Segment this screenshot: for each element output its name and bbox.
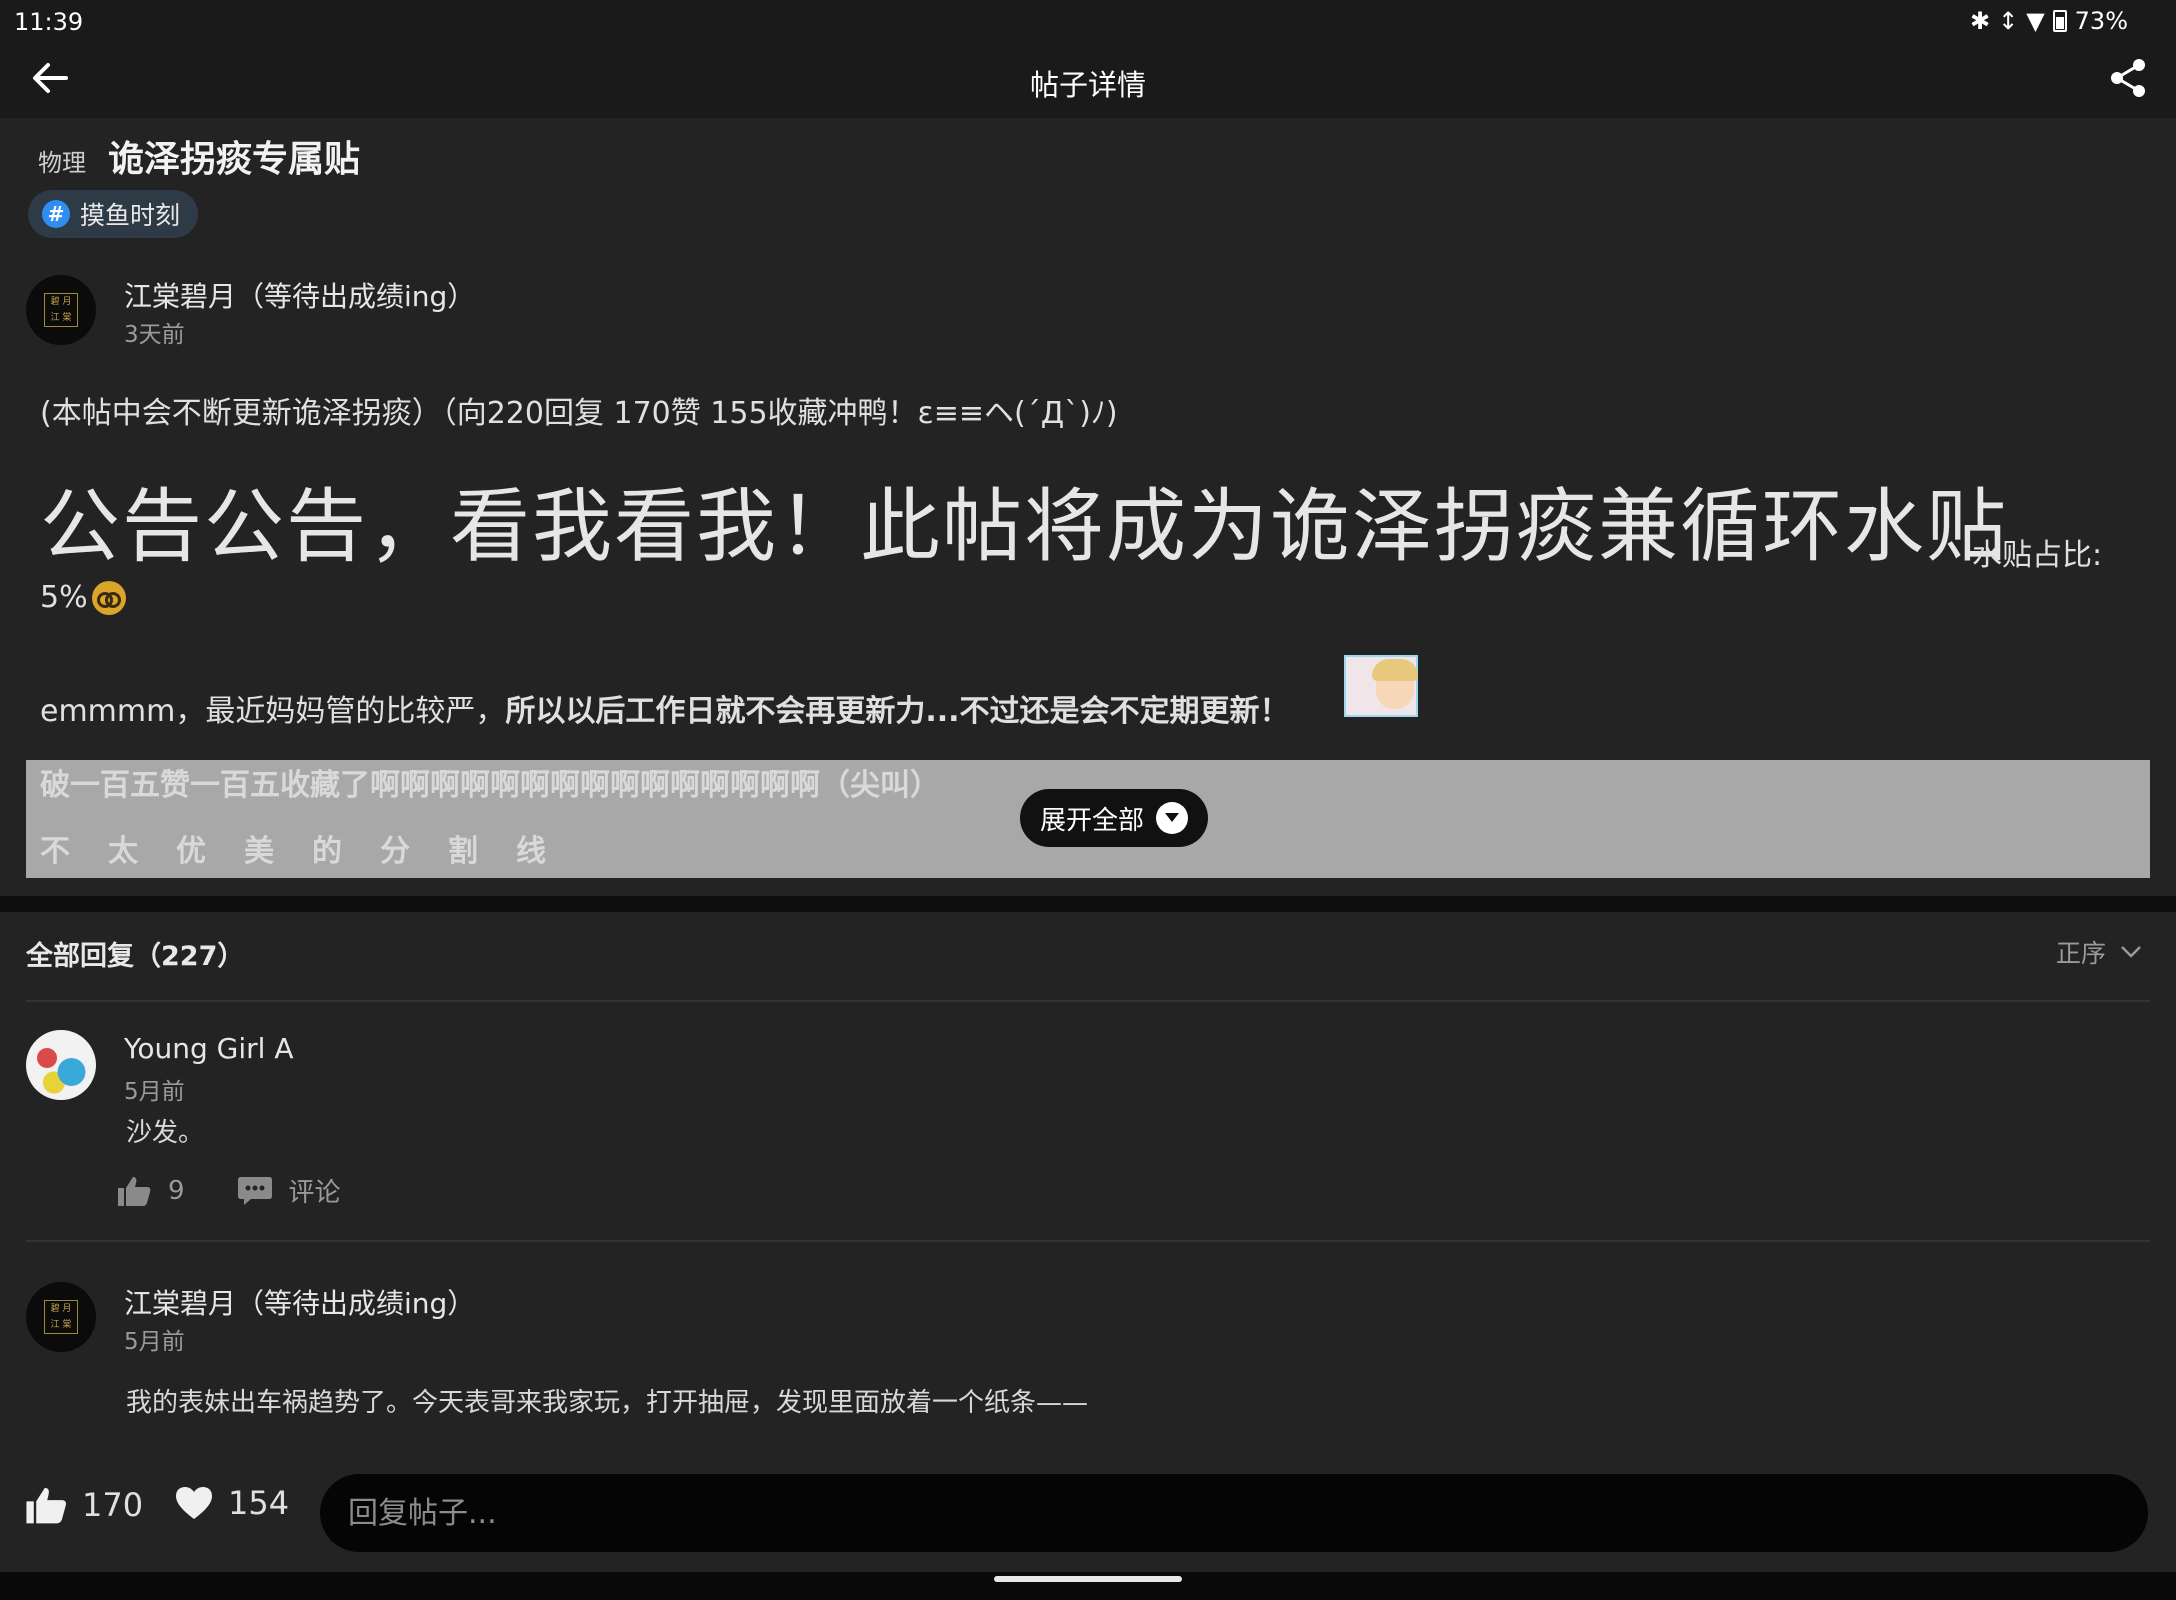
nerd-emoji-icon — [91, 580, 126, 615]
reply-time: 5月前 — [124, 1329, 185, 1355]
like-count: 9 — [168, 1175, 185, 1206]
expand-all-button[interactable]: 展开全部 — [1020, 789, 1208, 847]
post-subject: 物理 — [38, 149, 86, 177]
post-headline: 公告公告，看我看我！此帖将成为诡泽拐痰兼循环水贴 — [40, 480, 2008, 573]
paragraph-normal-text: emmmm，最近妈妈管的比较严， — [40, 694, 506, 729]
sticker-hair — [1372, 659, 1418, 681]
expand-label: 展开全部 — [1039, 805, 1144, 836]
post-favorite-button[interactable]: 154 — [174, 1484, 289, 1522]
battery-percent: 73% — [2074, 7, 2128, 35]
share-icon[interactable] — [2108, 58, 2148, 98]
reply-author[interactable]: Young Girl A — [124, 1032, 294, 1065]
sticker-image — [1344, 655, 1418, 717]
signal-icon: ↕ — [1998, 7, 2019, 35]
avatar[interactable]: 碧 月江 棠 — [26, 1282, 96, 1352]
sort-label: 正序 — [2055, 939, 2106, 968]
post-percent-line: 5% — [40, 580, 126, 615]
sort-order-toggle[interactable]: 正序 — [2056, 934, 2142, 970]
avatar[interactable]: 碧 月江 棠 — [26, 275, 96, 345]
reply-actions: 9 评论 — [116, 1172, 341, 1209]
post-percent: 5% — [40, 580, 88, 615]
status-icons: ✱ ↕ ▼ 73% — [1970, 7, 2128, 35]
post-paragraph: (本帖中会不断更新诡泽拐痰）（向220回复 170赞 155收藏冲鸭！ε≡≡ヘ(… — [40, 396, 1118, 431]
replies-header: 全部回复（227） — [26, 941, 245, 972]
comment-button-label[interactable]: 评论 — [289, 1172, 341, 1209]
divider — [26, 1240, 2150, 1242]
battery-icon — [2052, 10, 2067, 32]
heart-icon — [176, 1487, 212, 1519]
comment-icon[interactable] — [237, 1175, 273, 1207]
wifi-icon: ▼ — [2026, 7, 2045, 35]
post-header: 物理 诡泽拐痰专属贴 — [38, 130, 360, 182]
thumbs-up-icon[interactable] — [116, 1175, 152, 1207]
post-time: 3天前 — [124, 322, 185, 348]
paragraph-bold-text: 所以以后工作日就不会再更新力...不过还是会不定期更新！ — [505, 694, 1290, 729]
topic-chip[interactable]: # 摸鱼时刻 — [28, 190, 199, 238]
post-title: 诡泽拐痰专属贴 — [108, 139, 361, 180]
divider — [26, 1000, 2150, 1002]
bluetooth-icon: ✱ — [1969, 7, 1991, 35]
section-divider — [0, 896, 2176, 912]
post-small-text: 水贴占比: — [1972, 538, 2103, 573]
reply-time: 5月前 — [124, 1079, 185, 1105]
seal-logo: 碧 月江 棠 — [44, 293, 78, 327]
topic-label: 摸鱼时刻 — [80, 201, 181, 230]
status-time: 11:39 — [14, 8, 84, 36]
thumbs-up-icon — [26, 1487, 67, 1524]
reply-input[interactable] — [320, 1474, 2148, 1552]
status-bar: 11:39 ✱ ↕ ▼ 73% — [0, 0, 2176, 42]
chevron-down-icon — [1156, 802, 1188, 834]
reply-text: 我的表妹出车祸趋势了。今天表哥来我家玩，打开抽屉，发现里面放着一个纸条—— — [126, 1388, 1089, 1418]
post-author[interactable]: 江棠碧月（等待出成绩ing） — [124, 275, 475, 315]
reply-author[interactable]: 江棠碧月（等待出成绩ing） — [124, 1282, 475, 1322]
post-like-button[interactable]: 170 — [24, 1484, 143, 1526]
collapsed-line: 破一百五赞一百五收藏了啊啊啊啊啊啊啊啊啊啊啊啊啊啊啊（尖叫） — [40, 768, 940, 803]
hashtag-icon: # — [42, 200, 70, 228]
home-gesture-handle[interactable] — [994, 1576, 1182, 1582]
avatar[interactable] — [26, 1030, 96, 1100]
app-bar: 帖子详情 — [0, 42, 2176, 118]
page-title: 帖子详情 — [1029, 68, 1146, 102]
reply-text: 沙发。 — [126, 1118, 205, 1148]
seal-logo: 碧 月江 棠 — [44, 1300, 78, 1334]
divider-text: 不太优美的分割线 — [40, 834, 584, 869]
post-favorite-count: 154 — [228, 1484, 290, 1522]
post-like-count: 170 — [82, 1486, 144, 1524]
chevron-down-icon — [2121, 946, 2141, 958]
post-paragraph-2: emmmm，最近妈妈管的比较严，所以以后工作日就不会再更新力...不过还是会不定… — [40, 686, 1290, 730]
